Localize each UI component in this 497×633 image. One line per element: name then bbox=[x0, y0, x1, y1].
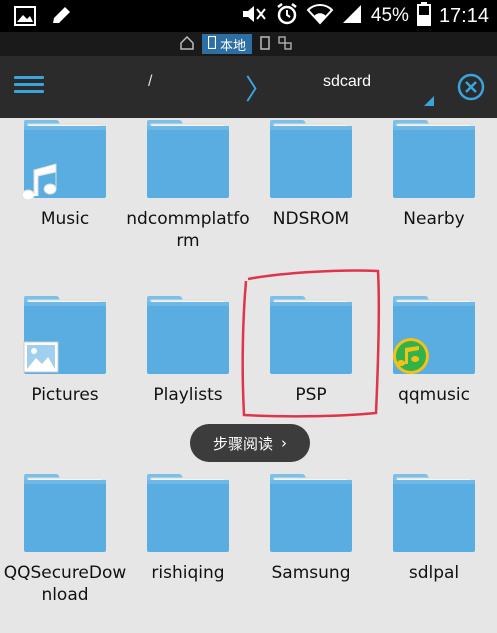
battery-percent: 45% bbox=[370, 5, 409, 26]
tab-local-label: 本地 bbox=[220, 38, 247, 54]
folder-item[interactable]: Pictures bbox=[3, 294, 127, 406]
folder-item[interactable]: NDSROM bbox=[249, 118, 373, 230]
location-bar: 本地 bbox=[0, 32, 497, 56]
guide-read-button[interactable]: 步骤阅读 › bbox=[190, 424, 310, 462]
folder-name: qqmusic bbox=[398, 385, 470, 405]
folder-item[interactable]: ndcommplatform bbox=[126, 118, 250, 252]
folder-name: sdlpal bbox=[408, 563, 460, 583]
folder-name: Nearby bbox=[403, 209, 465, 229]
folder-icon bbox=[21, 118, 108, 201]
folder-item[interactable]: Music bbox=[3, 118, 127, 230]
status-bar: 45% 17:14 bbox=[0, 0, 497, 32]
edit-notification-icon bbox=[50, 6, 72, 30]
chevron-right-icon: › bbox=[281, 434, 287, 452]
folder-item[interactable]: Playlists bbox=[126, 294, 250, 406]
hamburger-icon bbox=[14, 76, 44, 79]
tablet-icon[interactable] bbox=[260, 35, 270, 54]
folder-icon bbox=[145, 118, 231, 200]
close-circle-icon bbox=[457, 73, 485, 101]
folder-name: QQSecureDownload bbox=[3, 563, 127, 605]
folder-icon bbox=[268, 472, 354, 554]
folder-item[interactable]: QQSecureDownload bbox=[3, 472, 127, 606]
folder-icon bbox=[145, 472, 231, 554]
clock: 17:14 bbox=[438, 4, 489, 27]
phone-icon bbox=[207, 35, 217, 53]
tab-local[interactable]: 本地 bbox=[202, 34, 253, 54]
folder-item[interactable]: rishiqing bbox=[126, 472, 250, 584]
folder-name: Playlists bbox=[153, 385, 223, 405]
folder-icon bbox=[22, 472, 108, 554]
folder-item[interactable]: sdlpal bbox=[372, 472, 496, 584]
home-icon[interactable] bbox=[180, 35, 194, 54]
breadcrumb-separator: 〉 bbox=[245, 74, 274, 105]
folder-icon bbox=[391, 118, 477, 200]
folder-icon bbox=[391, 294, 477, 376]
folder-icon bbox=[268, 118, 354, 200]
breadcrumb-current[interactable]: sdcard bbox=[323, 73, 371, 91]
folder-icon bbox=[145, 294, 231, 376]
dropdown-corner-icon[interactable] bbox=[424, 96, 434, 106]
hamburger-icon-line bbox=[14, 90, 44, 93]
menu-button[interactable] bbox=[14, 72, 44, 102]
folder-name: NDSROM bbox=[272, 209, 350, 229]
image-notification-icon bbox=[14, 6, 36, 30]
close-button[interactable] bbox=[457, 73, 485, 101]
folder-name: Samsung bbox=[271, 563, 351, 583]
hamburger-icon-line bbox=[14, 83, 44, 86]
signal-icon bbox=[341, 3, 363, 29]
alarm-icon bbox=[275, 2, 299, 30]
folder-item[interactable]: qqmusic bbox=[372, 294, 496, 406]
folder-icon bbox=[22, 294, 108, 376]
network-icon[interactable] bbox=[278, 35, 292, 54]
highlight-annotation bbox=[241, 269, 381, 418]
guide-read-label: 步骤阅读 bbox=[212, 434, 273, 453]
mute-icon bbox=[241, 3, 267, 29]
folder-name: Pictures bbox=[31, 385, 99, 405]
folder-item[interactable]: Samsung bbox=[249, 472, 373, 584]
battery-icon bbox=[416, 2, 431, 30]
folder-item[interactable]: Nearby bbox=[372, 118, 496, 230]
breadcrumb-root[interactable]: / bbox=[148, 73, 152, 91]
folder-name: ndcommplatform bbox=[126, 209, 250, 251]
folder-name: Music bbox=[40, 209, 90, 229]
folder-name: rishiqing bbox=[151, 563, 225, 583]
action-bar: / 〉 sdcard bbox=[0, 56, 497, 118]
wifi-icon bbox=[306, 3, 334, 29]
folder-icon bbox=[391, 472, 477, 554]
